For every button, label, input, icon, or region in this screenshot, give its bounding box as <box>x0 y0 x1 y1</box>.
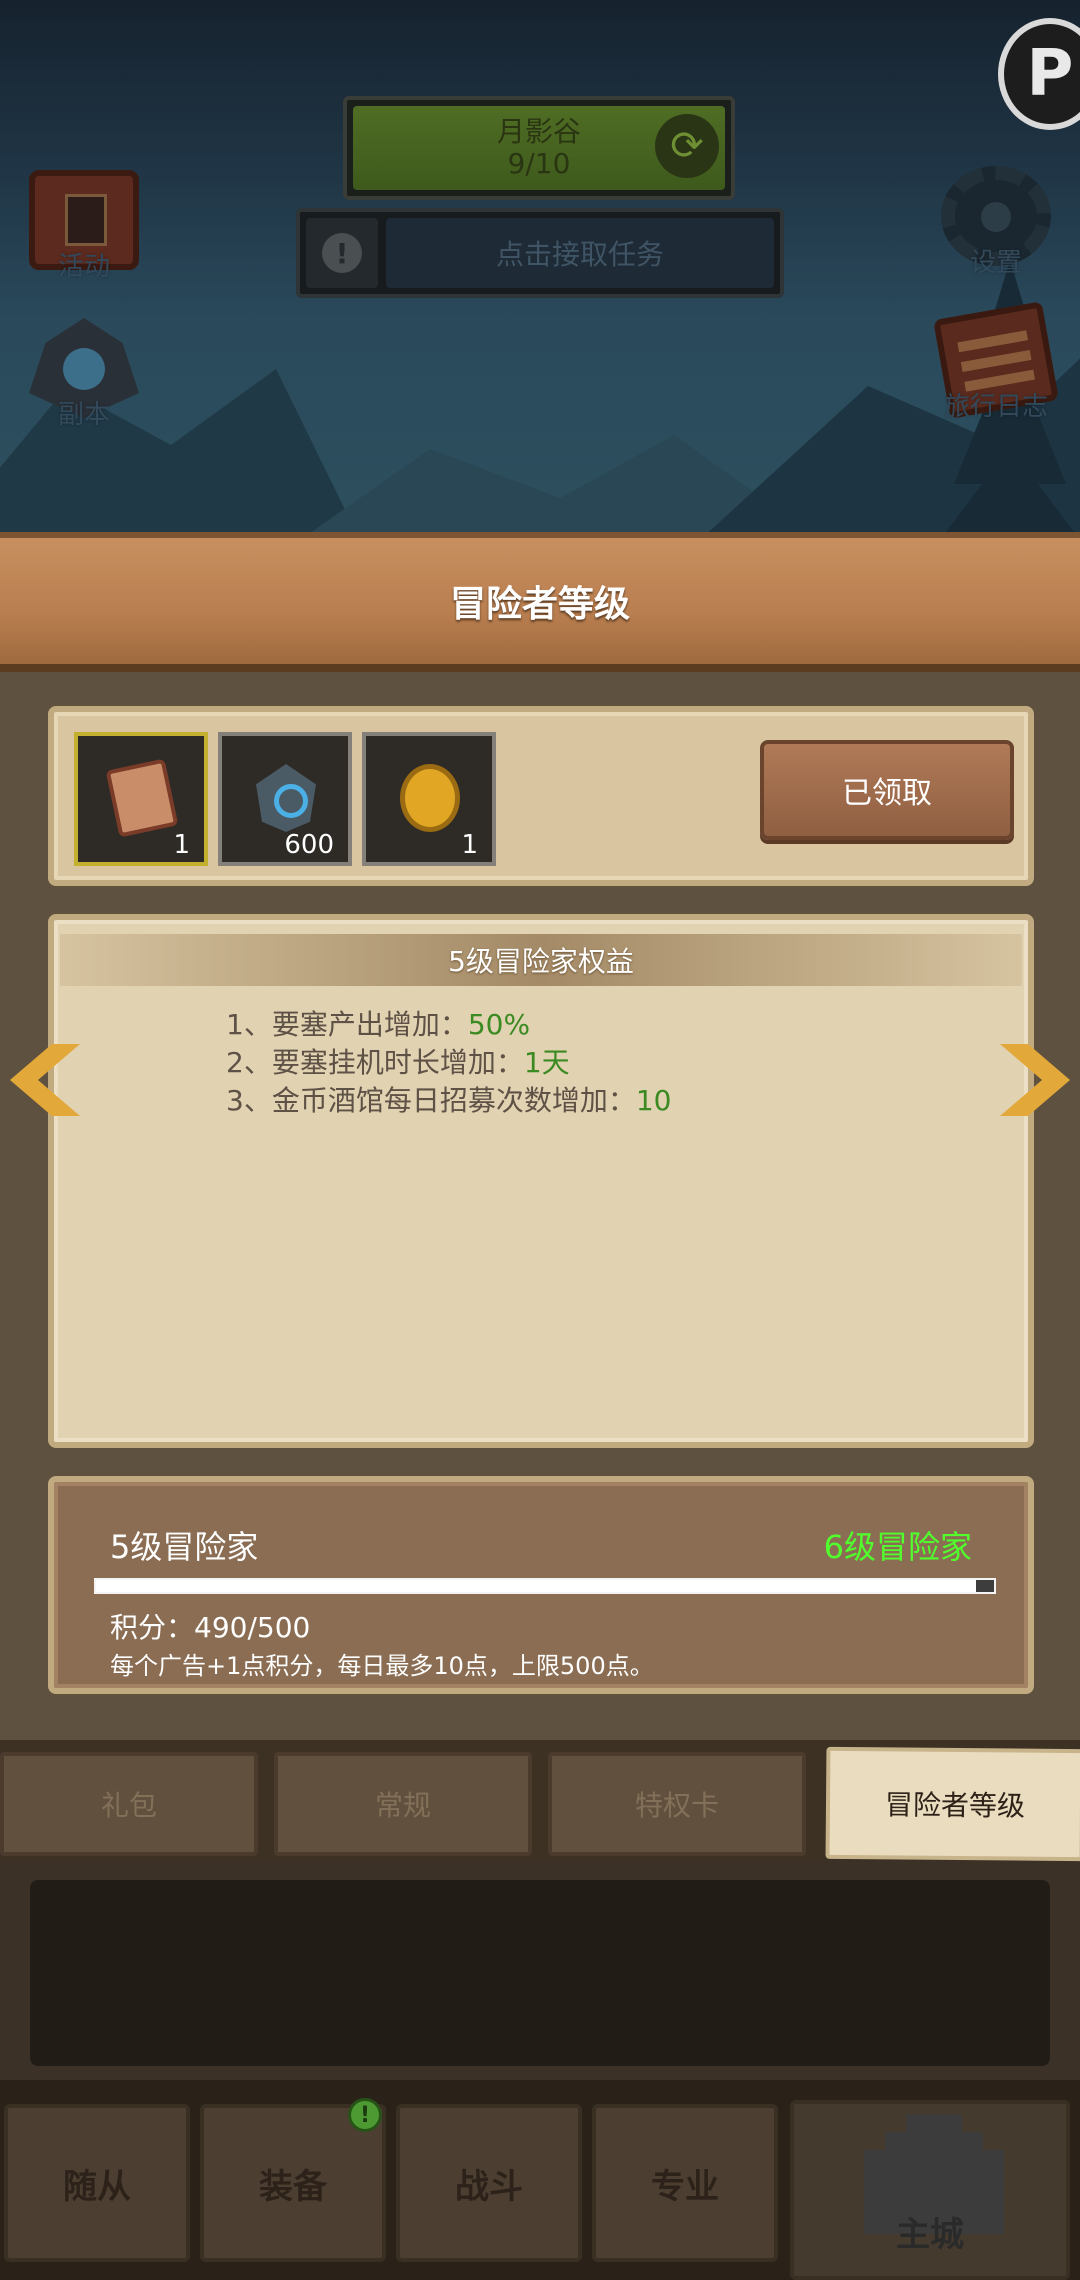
reward-qty: 1 <box>173 830 190 860</box>
reward-qty: 1 <box>461 830 478 860</box>
nav-profession[interactable]: 专业 <box>592 2104 778 2262</box>
current-level: 5级冒险家 <box>110 1528 259 1566</box>
score-text: 积分：490/500 <box>110 1611 311 1644</box>
task-bar[interactable]: ! 点击接取任务 <box>296 208 784 298</box>
score-hint: 每个广告+1点积分，每日最多10点，上限500点。 <box>110 1652 654 1680</box>
notification-badge: ! <box>348 2098 382 2132</box>
reward-slot[interactable]: 1 <box>362 732 496 866</box>
level-progress-bar <box>94 1578 996 1594</box>
tab-regular[interactable]: 常规 <box>274 1752 532 1856</box>
world-scene: 月影谷 9/10 ⟳ ! 点击接取任务 活动 副本 设置 旅行日志 P <box>0 0 1080 540</box>
reward-slot[interactable]: 600 <box>218 732 352 866</box>
dungeon-button[interactable]: 副本 <box>14 318 154 431</box>
alert-icon: ! <box>322 233 362 273</box>
task-prompt[interactable]: 点击接取任务 <box>386 218 774 288</box>
panel-title: 冒险者等级 <box>0 532 1080 672</box>
benefit-list: 1、要塞产出增加：50% 2、要塞挂机时长增加：1天 3、金币酒馆每日招募次数增… <box>226 1006 1028 1120</box>
tab-adventurer-level[interactable]: 冒险者等级 <box>825 1746 1080 1862</box>
tab-bar: 礼包 常规 特权卡 冒险者等级 <box>0 1740 1080 1862</box>
adventurer-level-panel: 冒险者等级 1 600 1 已领取 5级冒险家权益 1、要塞产出增加：50% 2… <box>0 532 1080 1740</box>
settings-button[interactable]: 设置 <box>926 166 1066 279</box>
zone-progress: 9/10 <box>507 147 571 180</box>
benefit-card: 5级冒险家权益 1、要塞产出增加：50% 2、要塞挂机时长增加：1天 3、金币酒… <box>48 914 1034 1448</box>
empty-area <box>30 1880 1050 2066</box>
benefit-item: 2、要塞挂机时长增加：1天 <box>226 1046 570 1079</box>
gold-coin-icon <box>400 764 460 832</box>
bottom-nav: 随从 装备 ! 战斗 专业 主城 <box>0 2080 1080 2280</box>
level-progress-fill <box>96 1580 977 1592</box>
nav-followers[interactable]: 随从 <box>4 2104 190 2262</box>
skill-book-icon <box>105 758 179 838</box>
refresh-icon[interactable]: ⟳ <box>655 114 719 178</box>
reward-card: 1 600 1 已领取 <box>48 706 1034 886</box>
next-level: 6级冒险家 <box>823 1528 972 1566</box>
rune-stone-icon <box>256 764 316 832</box>
activity-button[interactable]: 活动 <box>14 170 154 283</box>
benefit-item: 1、要塞产出增加：50% <box>226 1008 531 1041</box>
level-progress-card: 5级冒险家 6级冒险家 积分：490/500 每个广告+1点积分，每日最多10点… <box>48 1476 1034 1694</box>
zone-progress-panel[interactable]: 月影谷 9/10 ⟳ <box>343 96 735 200</box>
corner-logo[interactable]: P <box>998 18 1080 130</box>
tab-gift-pack[interactable]: 礼包 <box>0 1752 258 1856</box>
benefit-title: 5级冒险家权益 <box>60 934 1022 986</box>
zone-name: 月影谷 <box>496 115 581 148</box>
claimed-button[interactable]: 已领取 <box>760 740 1014 840</box>
reward-qty: 600 <box>284 830 334 860</box>
tab-privilege-card[interactable]: 特权卡 <box>548 1752 806 1856</box>
nav-main-city[interactable]: 主城 <box>790 2100 1070 2280</box>
reward-slot[interactable]: 1 <box>74 732 208 866</box>
benefit-item: 3、金币酒馆每日招募次数增加：10 <box>226 1084 672 1117</box>
journal-button[interactable]: 旅行日志 <box>926 301 1066 423</box>
nav-battle[interactable]: 战斗 <box>396 2104 582 2262</box>
